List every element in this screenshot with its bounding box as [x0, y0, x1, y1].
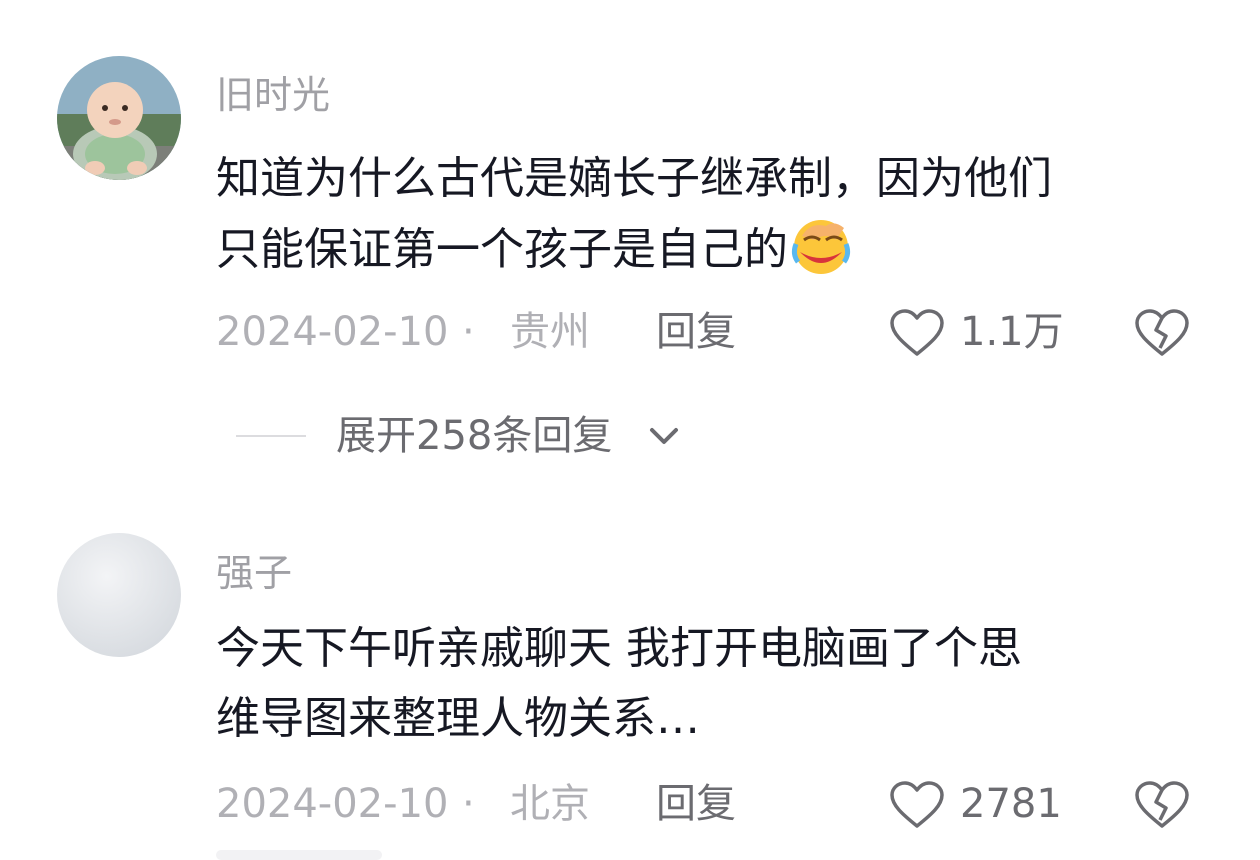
heart-outline-icon[interactable] — [888, 780, 946, 830]
broken-heart-icon[interactable] — [1134, 780, 1190, 830]
avatar[interactable] — [57, 533, 181, 657]
comment-text: 今天下午听亲戚聊天 我打开电脑画了个思 维导图来整理人物关系… — [216, 614, 1216, 754]
username[interactable]: 强子 — [216, 542, 292, 597]
reply-button[interactable]: 回复 — [656, 774, 736, 834]
comment-text-line: 维导图来整理人物关系… — [216, 693, 700, 744]
comment-text-line: 今天下午听亲戚聊天 我打开电脑画了个思 — [216, 623, 1022, 674]
like-count: 2781 — [960, 781, 1062, 827]
comment-meta: 2024-02-10 · 北京 回复 2781 — [216, 774, 1260, 834]
next-item-edge — [216, 850, 382, 860]
blank-gray-avatar-image — [57, 533, 181, 657]
comment-location: 北京 — [510, 781, 590, 827]
comment-item: 强子 今天下午听亲戚聊天 我打开电脑画了个思 维导图来整理人物关系… 2024-… — [0, 0, 1260, 860]
meta-separator: · — [462, 781, 475, 827]
comment-date: 2024-02-10 — [216, 781, 449, 827]
